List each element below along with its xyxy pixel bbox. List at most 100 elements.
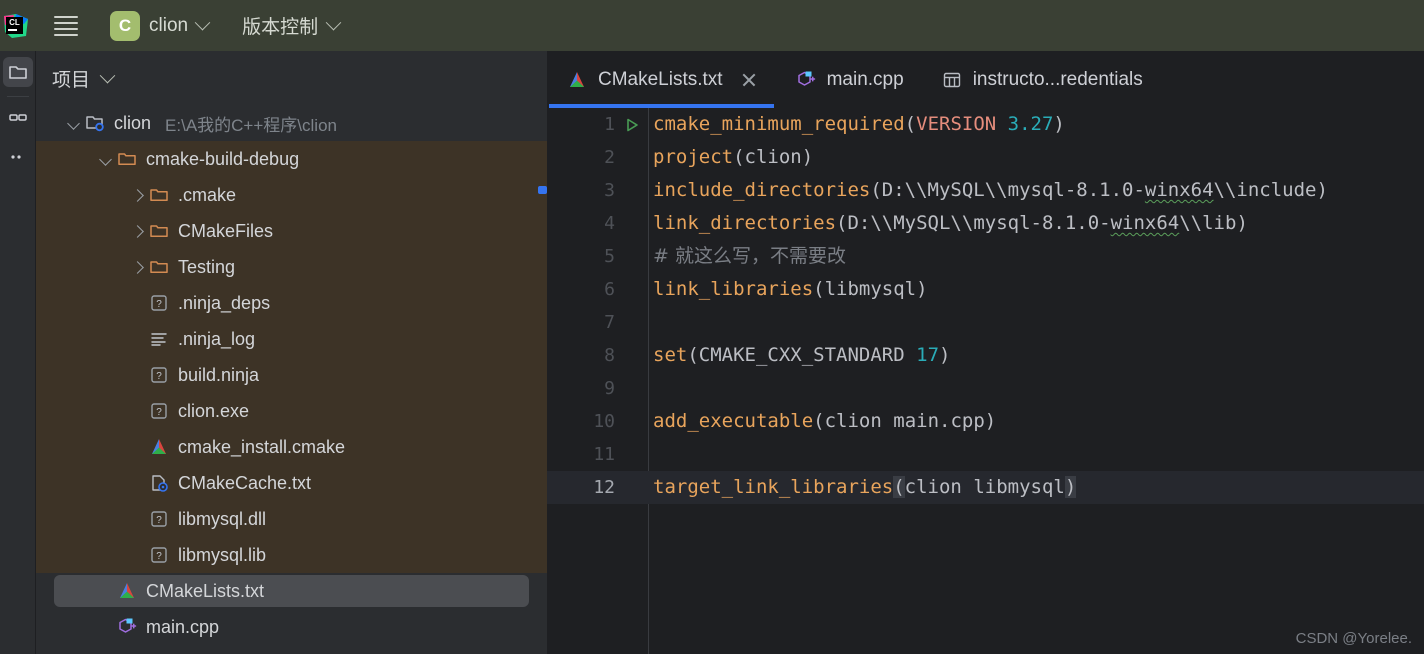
code-text: set(CMAKE_CXX_STANDARD 17) xyxy=(648,339,1424,372)
tree-row-label: main.cpp xyxy=(146,617,219,638)
line-number[interactable]: 4 xyxy=(547,207,615,240)
editor-tab[interactable]: CMakeLists.txt xyxy=(547,51,776,108)
chevron-right-icon[interactable] xyxy=(126,220,148,242)
tree-twisty-none xyxy=(94,616,116,638)
svg-text:?: ? xyxy=(156,407,162,418)
code-line[interactable]: 1cmake_minimum_required(VERSION 3.27) xyxy=(547,108,1424,141)
close-icon[interactable] xyxy=(740,71,758,89)
project-tree: clionE:\A我的C++程序\clioncmake-build-debug.… xyxy=(36,105,547,645)
code-lines: 1cmake_minimum_required(VERSION 3.27)2pr… xyxy=(547,108,1424,504)
tree-twisty-none xyxy=(126,400,148,422)
svg-text:?: ? xyxy=(156,299,162,310)
line-number[interactable]: 8 xyxy=(547,339,615,372)
line-number[interactable]: 5 xyxy=(547,240,615,273)
tree-twisty-none xyxy=(126,508,148,530)
tree-row[interactable]: ?libmysql.lib xyxy=(36,537,547,573)
line-number[interactable]: 2 xyxy=(547,141,615,174)
tree-twisty-none xyxy=(126,436,148,458)
tree-row[interactable]: main.cpp xyxy=(36,609,547,645)
code-text: add_executable(clion main.cpp) xyxy=(648,405,1424,438)
svg-text:CL: CL xyxy=(9,18,20,27)
rail-item-commit[interactable] xyxy=(3,106,33,136)
version-control-menu[interactable]: 版本控制 xyxy=(242,12,339,39)
tree-row[interactable]: CMakeLists.txt xyxy=(36,573,547,609)
tree-twisty-none xyxy=(126,544,148,566)
code-line[interactable]: 6 link_libraries(libmysql) xyxy=(547,273,1424,306)
line-number[interactable]: 3 xyxy=(547,174,615,207)
tree-row[interactable]: cmake_install.cmake xyxy=(36,429,547,465)
editor-tab[interactable]: instructo...redentials xyxy=(922,51,1161,108)
line-number[interactable]: 9 xyxy=(547,372,615,405)
code-line[interactable]: 4link_directories(D:\\MySQL\\mysql-8.1.0… xyxy=(547,207,1424,240)
tree-row[interactable]: CMakeCache.txt xyxy=(36,465,547,501)
editor-area: CMakeLists.txt main.cpp instructo...redent… xyxy=(547,51,1424,654)
chevron-down-icon[interactable] xyxy=(94,148,116,170)
hamburger-menu-icon[interactable] xyxy=(48,8,84,44)
code-line[interactable]: 12target_link_libraries(clion libmysql) xyxy=(547,471,1424,504)
tree-row[interactable]: ?libmysql.dll xyxy=(36,501,547,537)
code-line[interactable]: 3 include_directories(D:\\MySQL\\mysql-8.… xyxy=(547,174,1424,207)
code-text: include_directories(D:\\MySQL\\mysql-8.1… xyxy=(648,174,1424,207)
tree-row[interactable]: CMakeFiles xyxy=(36,213,547,249)
tree-row[interactable]: Testing xyxy=(36,249,547,285)
code-line[interactable]: 8 set(CMAKE_CXX_STANDARD 17) xyxy=(547,339,1424,372)
tree-row[interactable]: .ninja_log xyxy=(36,321,547,357)
line-number[interactable]: 1 xyxy=(547,108,615,141)
chevron-down-icon[interactable] xyxy=(62,112,84,134)
project-panel-header[interactable]: 项目 xyxy=(36,51,547,105)
code-editor[interactable]: 1cmake_minimum_required(VERSION 3.27)2pr… xyxy=(547,108,1424,654)
run-configuration-icon[interactable] xyxy=(615,116,648,134)
line-number[interactable]: 11 xyxy=(547,438,615,471)
clion-logo-icon: CL xyxy=(2,12,30,40)
scroll-marker[interactable] xyxy=(538,186,547,194)
tree-row[interactable]: ? clion.exe xyxy=(36,393,547,429)
line-number[interactable]: 12 xyxy=(547,471,615,504)
editor-tab[interactable]: main.cpp xyxy=(776,51,922,108)
folder-icon xyxy=(148,220,170,242)
cmake-file-icon xyxy=(148,436,170,458)
chevron-down-icon xyxy=(195,15,211,31)
tree-row[interactable]: clionE:\A我的C++程序\clion xyxy=(36,105,547,141)
tree-row[interactable]: .cmake xyxy=(36,177,547,213)
chevron-right-icon[interactable] xyxy=(126,256,148,278)
project-selector[interactable]: C clion xyxy=(110,11,208,41)
unknown-file-icon: ? xyxy=(148,364,170,386)
editor-tab-label: CMakeLists.txt xyxy=(598,69,723,91)
tree-row-label: clion.exe xyxy=(178,401,249,422)
line-number[interactable]: 6 xyxy=(547,273,615,306)
tree-row[interactable]: ?.ninja_deps xyxy=(36,285,547,321)
code-line[interactable]: 2project(clion) xyxy=(547,141,1424,174)
tree-twisty-none xyxy=(126,364,148,386)
code-line[interactable]: 11 xyxy=(547,438,1424,471)
editor-tab-label: main.cpp xyxy=(827,69,904,91)
folder-icon xyxy=(8,62,28,82)
tree-row-label: CMakeFiles xyxy=(178,221,273,242)
rail-item-project[interactable] xyxy=(3,57,33,87)
folder-icon xyxy=(148,256,170,278)
tree-row-label: cmake_install.cmake xyxy=(178,437,345,458)
code-line[interactable]: 5# 就这么写，不需要改 xyxy=(547,240,1424,273)
code-text: link_libraries(libmysql) xyxy=(648,273,1424,306)
project-badge: C xyxy=(110,11,140,41)
tree-row-path: E:\A我的C++程序\clion xyxy=(165,111,337,136)
unknown-file-icon: ? xyxy=(148,400,170,422)
svg-text:?: ? xyxy=(156,371,162,382)
more-dots-icon xyxy=(8,147,28,167)
database-table-icon xyxy=(942,70,962,90)
project-panel-title: 项目 xyxy=(52,65,90,92)
line-number[interactable]: 7 xyxy=(547,306,615,339)
chevron-down-icon xyxy=(100,67,116,83)
code-line[interactable]: 9 xyxy=(547,372,1424,405)
line-number[interactable]: 10 xyxy=(547,405,615,438)
tree-row[interactable]: ?build.ninja xyxy=(36,357,547,393)
tree-row-label: libmysql.lib xyxy=(178,545,266,566)
commit-icon xyxy=(8,111,28,131)
tree-row[interactable]: cmake-build-debug xyxy=(36,141,547,177)
chevron-right-icon[interactable] xyxy=(126,184,148,206)
unknown-file-icon: ? xyxy=(148,508,170,530)
rail-item-more[interactable] xyxy=(3,142,33,172)
folder-icon xyxy=(116,148,138,170)
code-line[interactable]: 10 add_executable(clion main.cpp) xyxy=(547,405,1424,438)
code-line[interactable]: 7 xyxy=(547,306,1424,339)
text-file-icon xyxy=(148,328,170,350)
